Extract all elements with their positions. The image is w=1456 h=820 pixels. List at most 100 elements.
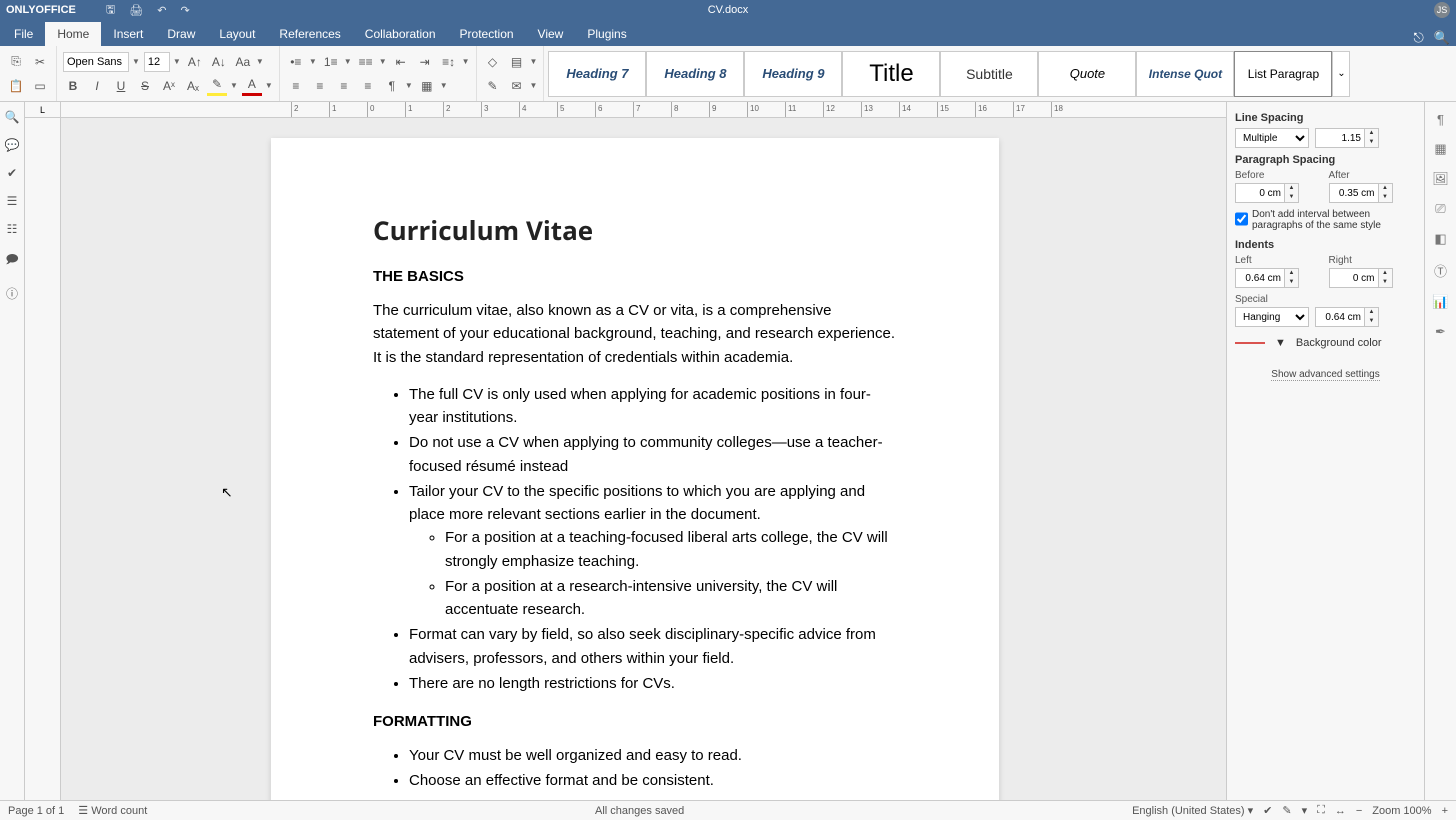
- italic-button[interactable]: I: [87, 76, 107, 96]
- decrease-font-icon[interactable]: A↓: [209, 52, 229, 72]
- style-title[interactable]: Title: [842, 51, 940, 97]
- special-indent-select[interactable]: Hanging: [1235, 307, 1309, 327]
- feedback-icon[interactable]: 🗩: [5, 250, 18, 271]
- track-changes-icon[interactable]: ✎: [1282, 804, 1291, 817]
- border-color-swatch[interactable]: [1235, 342, 1265, 344]
- tab-plugins[interactable]: Plugins: [575, 22, 638, 46]
- decrease-indent-button[interactable]: ⇤: [391, 52, 411, 72]
- tab-insert[interactable]: Insert: [101, 22, 155, 46]
- paragraph-settings-icon[interactable]: ¶: [1437, 112, 1444, 127]
- tab-draw[interactable]: Draw: [155, 22, 207, 46]
- cut-icon[interactable]: ✂: [30, 52, 50, 72]
- copy-style-button[interactable]: ✎: [483, 76, 503, 96]
- horizontal-ruler[interactable]: 210123456789101112131415161718: [61, 102, 1226, 118]
- tab-home[interactable]: Home: [45, 22, 101, 46]
- mailmerge-button[interactable]: ✉: [507, 76, 527, 96]
- spellcheck-toggle-icon[interactable]: ✔: [1263, 804, 1272, 817]
- tab-layout[interactable]: Layout: [207, 22, 267, 46]
- search-icon[interactable]: 🔍: [1434, 30, 1450, 46]
- chevron-down-icon[interactable]: ▼: [440, 81, 448, 90]
- user-avatar[interactable]: JS: [1434, 2, 1450, 18]
- style-h8[interactable]: Heading 8: [646, 51, 744, 97]
- tab-references[interactable]: References: [267, 22, 352, 46]
- chevron-down-icon[interactable]: ▼: [173, 57, 181, 66]
- no-interval-checkbox-input[interactable]: [1235, 209, 1248, 229]
- indent-right-input[interactable]: ▲▼: [1329, 268, 1397, 288]
- textart-settings-icon[interactable]: Ⓣ: [1434, 261, 1447, 280]
- zoom-level[interactable]: Zoom 100%: [1372, 805, 1431, 817]
- track-changes-dropdown-icon[interactable]: ▾: [1302, 804, 1308, 817]
- style-listpara[interactable]: List Paragrap: [1234, 51, 1332, 97]
- style-h9[interactable]: Heading 9: [744, 51, 842, 97]
- shading-button[interactable]: ▤: [507, 52, 527, 72]
- indent-left-input[interactable]: ▲▼: [1235, 268, 1303, 288]
- numbered-list-button[interactable]: 1≡: [321, 52, 341, 72]
- vertical-ruler[interactable]: [25, 118, 61, 800]
- comments-icon[interactable]: 💬: [5, 138, 20, 152]
- ruler-corner[interactable]: L: [25, 102, 61, 118]
- language-button[interactable]: English (United States) ▾: [1132, 804, 1253, 817]
- word-count-button[interactable]: ☰ Word count: [78, 804, 147, 817]
- chevron-down-icon[interactable]: ▼: [230, 81, 238, 90]
- spacing-before-input[interactable]: ▲▼: [1235, 183, 1303, 203]
- align-right-button[interactable]: ≡: [334, 76, 354, 96]
- about-icon[interactable]: ⓘ: [6, 285, 18, 302]
- align-center-button[interactable]: ≡: [310, 76, 330, 96]
- chevron-down-icon[interactable]: ▼: [530, 57, 538, 66]
- nav-icon[interactable]: ☷: [7, 222, 18, 236]
- align-left-button[interactable]: ≡: [286, 76, 306, 96]
- chevron-down-icon[interactable]: ▼: [530, 81, 538, 90]
- find-icon[interactable]: 🔍: [5, 110, 20, 124]
- superscript-button[interactable]: Aˣ: [159, 76, 179, 96]
- tab-protection[interactable]: Protection: [448, 22, 526, 46]
- bold-button[interactable]: B: [63, 76, 83, 96]
- print-icon[interactable]: 🖨: [129, 4, 143, 17]
- select-all-icon[interactable]: ▭: [30, 76, 50, 96]
- image-settings-icon[interactable]: 🖼: [1432, 171, 1449, 187]
- canvas[interactable]: Curriculum Vitae THE BASICS The curricul…: [61, 118, 1226, 800]
- chevron-down-icon[interactable]: ▼: [462, 57, 470, 66]
- chevron-down-icon[interactable]: ▼: [344, 57, 352, 66]
- line-spacing-mode-select[interactable]: Multiple: [1235, 128, 1309, 148]
- fit-page-icon[interactable]: ⛶: [1317, 804, 1325, 817]
- document-scroll[interactable]: Curriculum Vitae THE BASICS The curricul…: [25, 118, 1226, 800]
- paste-icon[interactable]: 📋: [6, 76, 26, 96]
- line-spacing-button[interactable]: ≡↕: [439, 52, 459, 72]
- chevron-down-icon[interactable]: ▼: [379, 57, 387, 66]
- chart-settings-icon[interactable]: 📊: [1432, 294, 1448, 310]
- style-h7[interactable]: Heading 7: [548, 51, 646, 97]
- chevron-down-icon[interactable]: ▼: [405, 81, 413, 90]
- font-color-button[interactable]: A: [242, 76, 262, 96]
- multilevel-list-button[interactable]: ≡≡: [356, 52, 376, 72]
- style-gallery-expand[interactable]: ⌄: [1332, 51, 1350, 97]
- undo-icon[interactable]: ↶: [157, 4, 166, 17]
- underline-button[interactable]: U: [111, 76, 131, 96]
- change-case-icon[interactable]: Aa: [233, 52, 253, 72]
- fit-width-icon[interactable]: ↔: [1335, 805, 1346, 817]
- open-location-icon[interactable]: ⎋: [1414, 30, 1424, 46]
- font-name-input[interactable]: [63, 52, 129, 72]
- page-indicator[interactable]: Page 1 of 1: [8, 805, 64, 817]
- highlight-button[interactable]: ✎: [207, 76, 227, 96]
- zoom-out-button[interactable]: −: [1356, 805, 1362, 817]
- nonprinting-button[interactable]: ¶: [382, 76, 402, 96]
- increase-font-icon[interactable]: A↑: [185, 52, 205, 72]
- align-justify-button[interactable]: ≡: [358, 76, 378, 96]
- document-page[interactable]: Curriculum Vitae THE BASICS The curricul…: [271, 138, 999, 800]
- chevron-down-icon[interactable]: ▼: [265, 81, 273, 90]
- font-size-input[interactable]: [144, 52, 170, 72]
- tab-view[interactable]: View: [526, 22, 576, 46]
- style-intense[interactable]: Intense Quot: [1136, 51, 1234, 97]
- table-settings-icon[interactable]: ▦: [1434, 141, 1446, 157]
- style-quote[interactable]: Quote: [1038, 51, 1136, 97]
- bullet-list-button[interactable]: •≡: [286, 52, 306, 72]
- spacing-after-input[interactable]: ▲▼: [1329, 183, 1397, 203]
- chevron-down-icon[interactable]: ▼: [256, 57, 264, 66]
- style-subtitle[interactable]: Subtitle: [940, 51, 1038, 97]
- chevron-down-icon[interactable]: ▼: [309, 57, 317, 66]
- subscript-button[interactable]: Aₓ: [183, 76, 203, 96]
- tab-collaboration[interactable]: Collaboration: [353, 22, 448, 46]
- signature-settings-icon[interactable]: ✒: [1435, 324, 1446, 340]
- increase-indent-button[interactable]: ⇥: [415, 52, 435, 72]
- no-interval-checkbox[interactable]: Don't add interval between paragraphs of…: [1235, 209, 1416, 231]
